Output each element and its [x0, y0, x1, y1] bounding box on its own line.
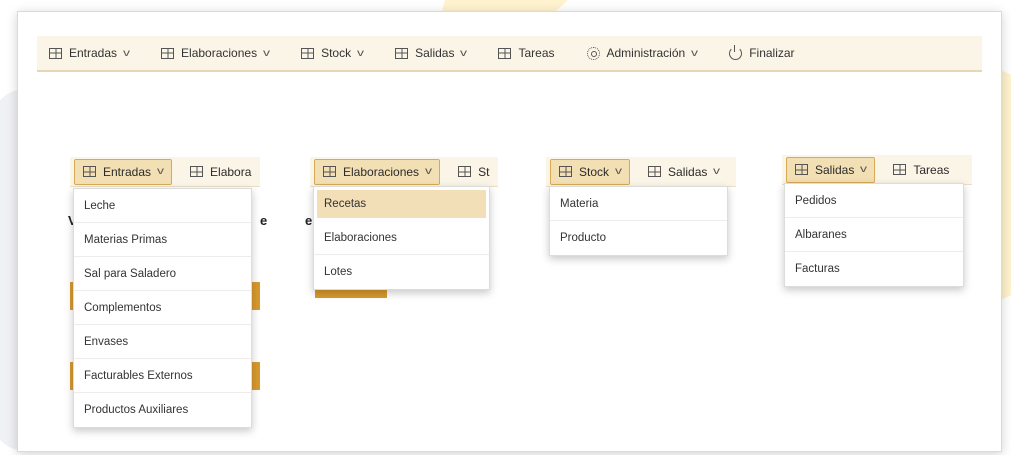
menu-item-materias-primas[interactable]: Materias Primas	[74, 223, 251, 257]
nav-label: Administración	[606, 46, 686, 60]
nav-item-entradas[interactable]: Entradas v	[49, 46, 131, 60]
menu-item-elaboraciones[interactable]: Elaboraciones	[314, 221, 489, 255]
nav-label: Salidas	[815, 162, 855, 177]
power-icon	[729, 44, 743, 60]
menu-item-materia[interactable]: Materia	[550, 187, 727, 221]
nav-item-stock[interactable]: St	[458, 165, 489, 179]
nav-item-salidas[interactable]: Salidas v	[648, 164, 721, 179]
menu-item-envases[interactable]: Envases	[74, 325, 251, 359]
menu-item-productos-auxiliares[interactable]: Productos Auxiliares	[74, 393, 251, 427]
chevron-down-icon: v	[357, 47, 365, 59]
grid-icon	[190, 166, 204, 177]
nav-item-administracion[interactable]: Administración v	[586, 46, 699, 60]
grid-icon	[795, 164, 808, 175]
menu-item-recetas[interactable]: Recetas	[317, 190, 486, 218]
background-page-text: e	[260, 213, 268, 228]
entradas-mini-navbar: Entradas v Elabora	[70, 157, 260, 187]
nav-item-elaboraciones[interactable]: Elaboraciones v	[161, 46, 271, 60]
nav-item-tareas[interactable]: Tareas	[498, 46, 555, 60]
grid-icon	[395, 47, 409, 59]
chevron-down-icon: v	[691, 47, 699, 59]
nav-label: Tareas	[518, 46, 555, 60]
nav-label: Elabora	[210, 164, 252, 179]
entradas-dropdown-menu: Leche Materias Primas Sal para Saladero …	[73, 188, 252, 428]
elaboraciones-mini-navbar: Elaboraciones v St	[310, 157, 498, 187]
grid-icon	[323, 166, 336, 177]
grid-icon	[301, 47, 315, 59]
grid-icon	[498, 47, 512, 59]
menu-item-albaranes[interactable]: Albaranes	[785, 218, 963, 252]
menu-item-sal-para-saladero[interactable]: Sal para Saladero	[74, 257, 251, 291]
chevron-down-icon: v	[713, 166, 721, 177]
chevron-down-icon: v	[460, 47, 468, 59]
chevron-down-icon: v	[263, 47, 271, 59]
elaboraciones-dropdown-menu: Recetas Elaboraciones Lotes	[313, 186, 490, 290]
grid-icon	[559, 166, 572, 177]
nav-item-salidas-open[interactable]: Salidas v	[786, 156, 876, 183]
chevron-down-icon: v	[157, 166, 165, 177]
nav-item-tareas[interactable]: Tareas	[893, 163, 949, 177]
chevron-down-icon: v	[123, 47, 131, 59]
chevron-down-icon: v	[615, 166, 623, 177]
menu-item-facturables-externos[interactable]: Facturables Externos	[74, 359, 251, 393]
nav-item-stock[interactable]: Stock v	[301, 46, 365, 60]
menu-item-producto[interactable]: Producto	[550, 221, 727, 255]
nav-label: Entradas	[69, 46, 118, 60]
gear-icon	[586, 46, 600, 60]
nav-label: Salidas	[415, 46, 455, 60]
background-page-text: e	[305, 213, 313, 228]
nav-label: Stock	[579, 164, 610, 179]
menu-item-pedidos[interactable]: Pedidos	[785, 184, 963, 218]
nav-label: Entradas	[103, 164, 152, 179]
chevron-down-icon: v	[425, 166, 433, 177]
nav-label: Tareas	[913, 162, 950, 177]
salidas-dropdown-menu: Pedidos Albaranes Facturas	[784, 183, 964, 287]
nav-item-elaboraciones[interactable]: Elabora	[190, 165, 251, 179]
nav-item-elaboraciones-open[interactable]: Elaboraciones v	[314, 158, 441, 185]
nav-label: Elaboraciones	[181, 46, 258, 60]
nav-label: Stock	[321, 46, 352, 60]
nav-item-finalizar[interactable]: Finalizar	[729, 44, 795, 60]
nav-item-stock-open[interactable]: Stock v	[550, 158, 631, 185]
salidas-mini-navbar: Salidas v Tareas	[782, 155, 972, 185]
nav-label: Elaboraciones	[343, 164, 420, 179]
nav-label: Finalizar	[749, 46, 795, 60]
grid-icon	[458, 166, 472, 177]
menu-item-lotes[interactable]: Lotes	[314, 255, 489, 289]
grid-icon	[648, 166, 662, 177]
grid-icon	[893, 164, 907, 175]
grid-icon	[161, 47, 175, 59]
menu-item-facturas[interactable]: Facturas	[785, 252, 963, 286]
stock-mini-navbar: Stock v Salidas v	[546, 157, 736, 187]
nav-item-salidas[interactable]: Salidas v	[395, 46, 468, 60]
menu-item-leche[interactable]: Leche	[74, 189, 251, 223]
nav-label: St	[478, 164, 490, 179]
menu-item-complementos[interactable]: Complementos	[74, 291, 251, 325]
background-button	[315, 290, 387, 298]
nav-item-entradas-open[interactable]: Entradas v	[74, 158, 173, 185]
main-navbar: Entradas v Elaboraciones v Stock v Salid…	[37, 36, 982, 72]
grid-icon	[83, 166, 96, 177]
stock-dropdown-menu: Materia Producto	[549, 186, 728, 256]
nav-label: Salidas	[668, 164, 708, 179]
chevron-down-icon: v	[860, 164, 868, 175]
grid-icon	[49, 47, 62, 59]
